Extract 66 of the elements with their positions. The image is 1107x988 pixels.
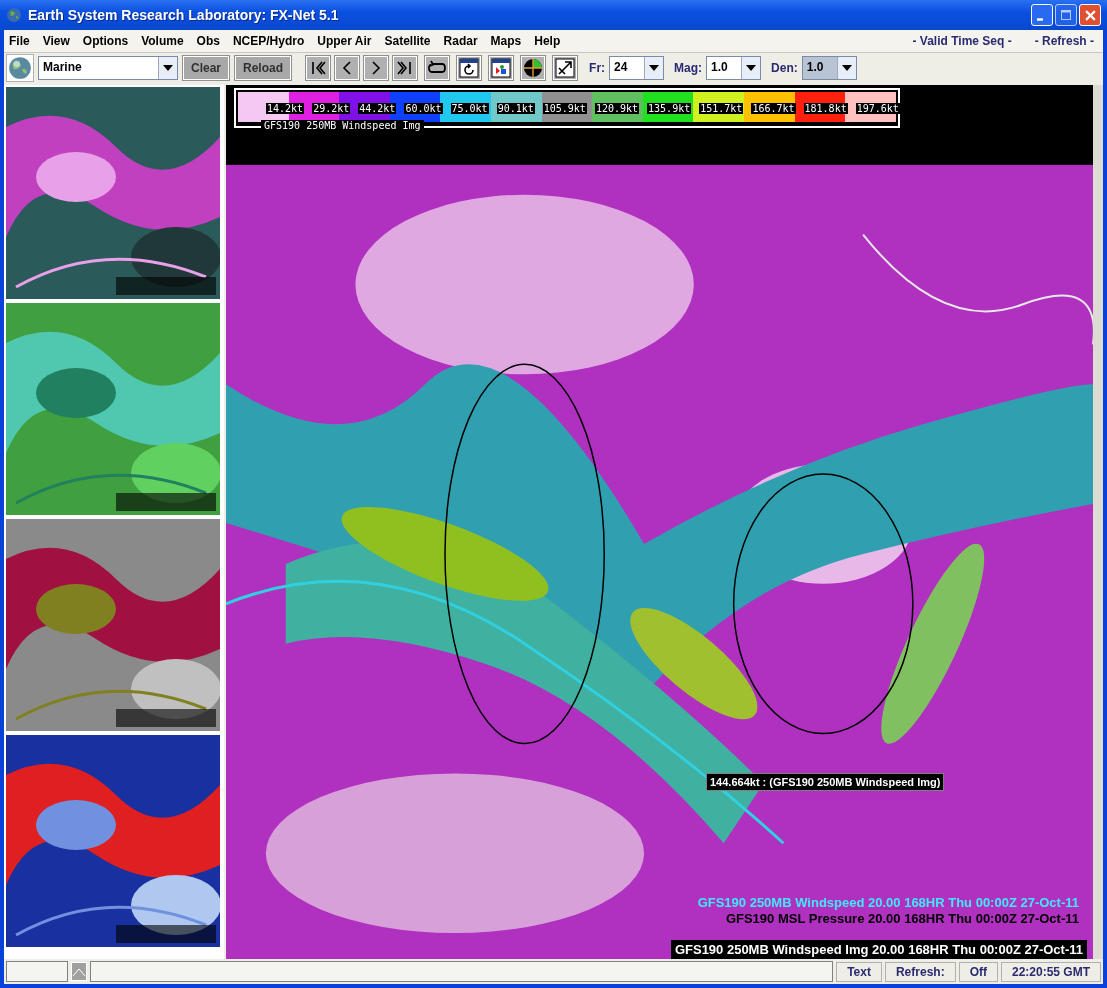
menu-item[interactable]: Volume (141, 34, 184, 48)
mode-label[interactable]: Text (836, 961, 882, 982)
maximize-icon (1061, 10, 1071, 20)
legend-label: 151.7kt (699, 103, 744, 114)
toolbar-button[interactable]: Reload (235, 56, 292, 80)
menu-item[interactable]: File (9, 34, 30, 48)
menu-item[interactable]: Satellite (384, 34, 431, 48)
legend-label: 44.2kt (358, 103, 397, 114)
menu-item[interactable]: View (42, 34, 70, 48)
refresh-label: Refresh: (884, 961, 956, 982)
menu-item[interactable]: Radar (443, 34, 478, 48)
toolbar-button[interactable]: Clear (183, 56, 230, 80)
window-title: Earth System Research Laboratory: FX-Net 5.1 (28, 7, 339, 23)
resize-arrow-icon[interactable] (553, 56, 578, 80)
menu-link[interactable]: - Refresh - (1034, 34, 1094, 48)
crosshair-icon[interactable] (521, 56, 546, 80)
minimize-button[interactable] (1031, 4, 1053, 26)
legend-label: 105.9kt (542, 103, 587, 114)
field-label: Fr: (589, 61, 606, 75)
legend-label: 90.1kt (496, 103, 535, 114)
field-label: Mag: (674, 61, 703, 75)
tooltip: 144.664kt : (GFS190 250MB Windspeed Img) (706, 773, 945, 791)
product-dropdown[interactable]: Marine (38, 56, 178, 80)
menu-item[interactable]: Options (82, 34, 129, 48)
menu-item[interactable]: NCEP/Hydro (232, 34, 305, 48)
up-button[interactable] (71, 962, 87, 981)
legend-label: 197.6kt (855, 103, 900, 114)
legend-label: 181.8kt (803, 103, 848, 114)
loop-icon[interactable] (425, 56, 450, 80)
clock: 22:20:55 GMT (1000, 961, 1101, 982)
legend-label: 14.2kt (266, 103, 305, 114)
caret-icon (649, 65, 660, 71)
menu-item[interactable]: Help (534, 34, 561, 48)
menu-item[interactable]: Obs (196, 34, 220, 48)
legend-label: 135.9kt (647, 103, 692, 114)
product-label: GFS190 250MB Windspeed 20.00 168HR Thu 00:00Z 27-Oct-11 (697, 895, 1079, 911)
previous-frame-icon[interactable] (335, 56, 360, 80)
color-window-icon[interactable] (489, 56, 514, 80)
field-label: Den: (771, 61, 798, 75)
first-frame-icon[interactable] (306, 56, 331, 80)
legend-label: 120.9kt (594, 103, 640, 114)
globe-icon[interactable] (6, 54, 34, 82)
menu-item[interactable]: Maps (490, 34, 522, 48)
caret-icon (163, 65, 173, 71)
value-dropdown[interactable]: 24 (609, 56, 665, 80)
globe-icon (6, 7, 22, 23)
rotate-window-icon[interactable] (457, 56, 482, 80)
caret-icon (746, 65, 757, 71)
maximize-button[interactable] (1055, 4, 1077, 26)
caret-icon (841, 65, 852, 71)
image-label: GFS190 250MB Windspeed Img 20.00 168HR Thu 00:00Z 27-Oct-11 (670, 940, 1087, 959)
close-icon (1084, 9, 1096, 21)
last-frame-icon[interactable] (393, 56, 418, 80)
close-button[interactable] (1079, 4, 1101, 26)
legend-label: 166.7kt (751, 103, 796, 114)
minimize-icon (1037, 17, 1043, 21)
next-frame-icon[interactable] (364, 56, 389, 80)
product-label: GFS190 MSL Pressure 20.00 168HR Thu 00:00Z 27-Oct-11 (725, 911, 1079, 927)
refresh-status[interactable]: Off (958, 961, 998, 982)
menu-item[interactable]: Upper Air (317, 34, 372, 48)
legend-label: 75.0kt (450, 103, 489, 114)
menu-link[interactable]: - Valid Time Seq - (912, 34, 1012, 48)
legend-label: 29.2kt (312, 103, 351, 114)
value-dropdown[interactable]: 1.0 (706, 56, 762, 80)
legend-label: 60.0kt (404, 103, 443, 114)
legend-title: GFS190 250MB Windspeed Img (261, 120, 424, 131)
